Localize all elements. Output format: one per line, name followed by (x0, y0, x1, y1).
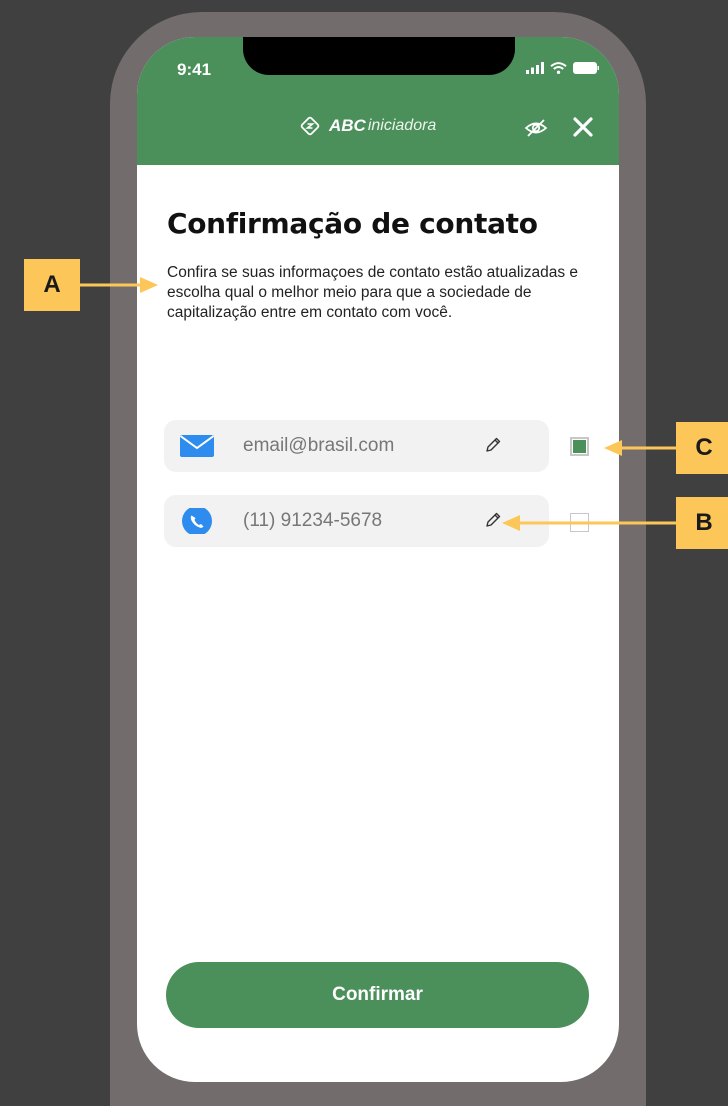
pencil-icon[interactable] (484, 436, 502, 454)
pencil-icon[interactable] (484, 511, 502, 529)
email-checkbox[interactable] (570, 437, 589, 456)
confirm-button[interactable]: Confirmar (166, 962, 589, 1028)
callout-a-label: A (24, 259, 80, 311)
signal-icon (526, 62, 544, 74)
status-icons (526, 61, 599, 75)
battery-icon (573, 62, 599, 74)
contact-row-phone[interactable]: (11) 91234-5678 (164, 495, 549, 547)
notch (243, 37, 515, 75)
callout-b-arrow (502, 515, 678, 531)
close-icon[interactable] (571, 115, 595, 139)
app-header: 9:41 ABC iniciadora (137, 37, 619, 165)
callout-a-arrow (80, 277, 158, 293)
page-description: Confira se suas informaçoes de contato e… (167, 264, 578, 321)
phone-icon (182, 508, 212, 534)
phone-value: (11) 91234-5678 (243, 510, 383, 531)
email-value: email@brasil.com (243, 435, 395, 456)
page-title: Confirmação de contato (167, 207, 538, 240)
phone-screen: 9:41 ABC iniciadora Confirmação de conta… (137, 37, 619, 1082)
mail-icon (180, 435, 214, 457)
eye-slash-icon[interactable] (523, 117, 549, 139)
callout-c-label: C (676, 422, 728, 474)
status-time: 9:41 (177, 60, 212, 79)
brand-name-bold: ABC (329, 116, 366, 135)
callout-b-label: B (676, 497, 728, 549)
wifi-icon (550, 62, 567, 74)
callout-c-arrow (604, 440, 678, 456)
brand-logo: ABC iniciadora (299, 113, 436, 139)
abc-logo-icon (300, 116, 320, 136)
brand-name-regular: iniciadora (367, 117, 437, 134)
contact-row-email[interactable]: email@brasil.com (164, 420, 549, 472)
